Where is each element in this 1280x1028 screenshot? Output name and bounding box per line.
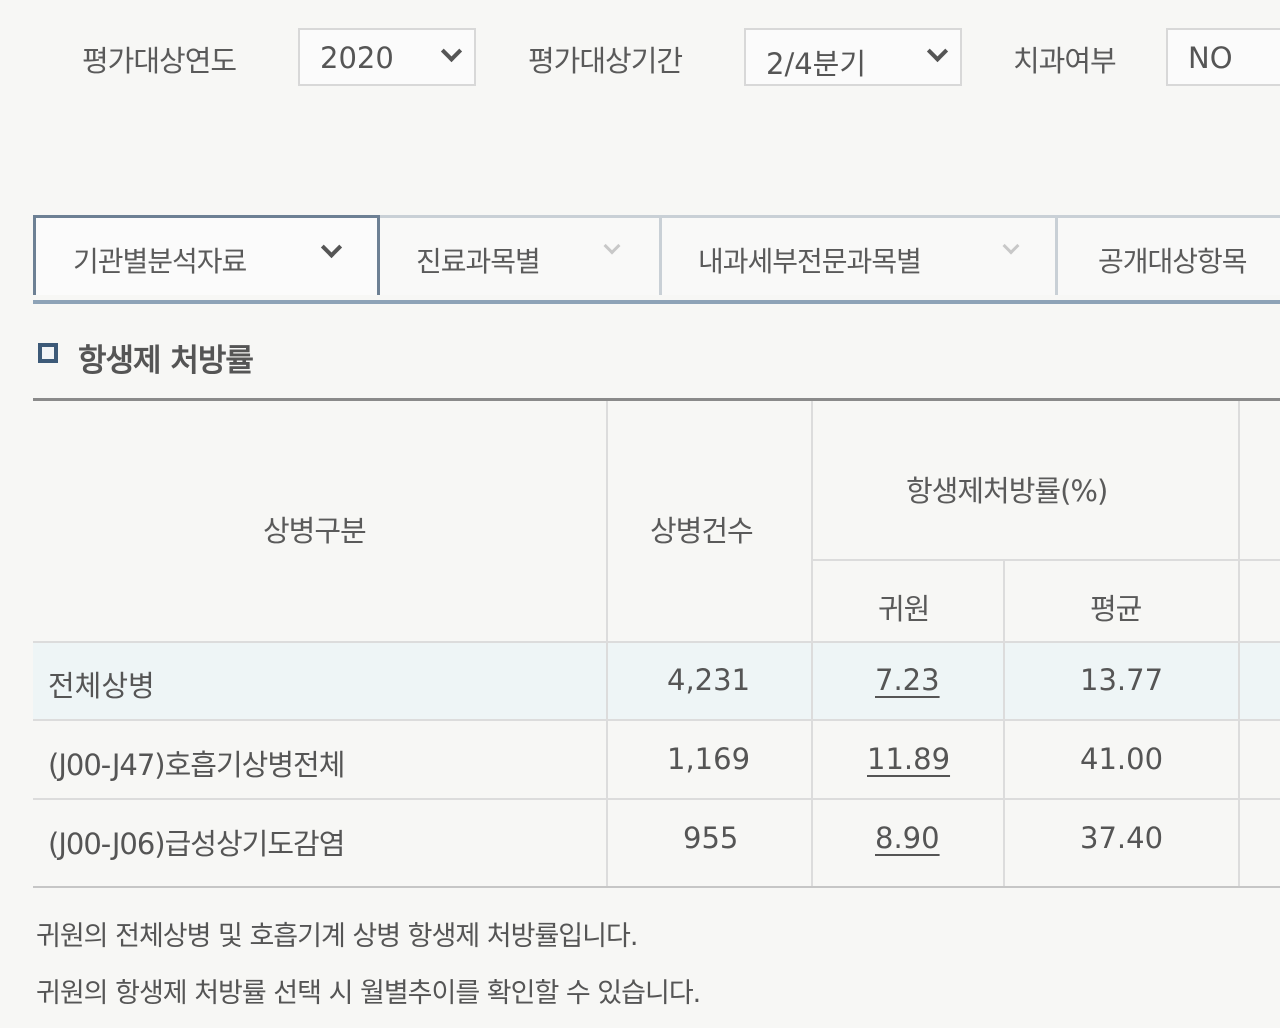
row-yours-link[interactable]: 11.89 xyxy=(867,742,950,776)
tab-label: 진료과목별 xyxy=(416,245,541,278)
header-yours: 귀원 xyxy=(878,592,930,626)
row-category: (J00-J06)급성상기도감염 xyxy=(48,827,345,861)
tab-label: 공개대상항목 xyxy=(1098,245,1248,278)
row-yours-link[interactable]: 8.90 xyxy=(875,821,940,855)
note-line: 귀원의 항생제 처방률 선택 시 월별추이를 확인할 수 있습니다. xyxy=(36,978,701,1009)
tab-institution-analysis[interactable]: 기관별분석자료 xyxy=(33,215,380,295)
antibiotic-rate-table: 상병구분 상병건수 항생제처방률(%) 귀원 평균 전체상병 4,231 7.2… xyxy=(33,398,1280,888)
notes: 귀원의 전체상병 및 호흡기계 상병 항생제 처방률입니다. 귀원의 항생제 처… xyxy=(36,914,701,1028)
row-category: 전체상병 xyxy=(48,669,155,703)
tab-label: 기관별분석자료 xyxy=(73,245,247,278)
header-average: 평균 xyxy=(1090,592,1142,626)
chevron-down-icon xyxy=(603,237,621,255)
row-count: 1,169 xyxy=(667,742,751,776)
row-average: 37.40 xyxy=(1080,821,1164,855)
row-average: 41.00 xyxy=(1080,742,1164,776)
chevron-down-icon xyxy=(1002,237,1020,255)
period-select-value: 2/4분기 xyxy=(766,47,867,81)
header-count: 상병건수 xyxy=(650,514,754,548)
period-select[interactable]: 2/4분기 xyxy=(744,28,962,86)
row-count: 4,231 xyxy=(667,663,751,697)
year-select[interactable]: 2020 xyxy=(298,28,476,86)
row-average: 13.77 xyxy=(1080,663,1164,697)
chevron-down-icon xyxy=(320,236,343,259)
row-yours-link[interactable]: 7.23 xyxy=(875,663,940,697)
tab-disclosure-items[interactable]: 공개대상항목 xyxy=(1058,215,1280,295)
section-title-text: 항생제 처방률 xyxy=(78,343,254,379)
note-line: 귀원의 전체상병 및 호흡기계 상병 항생제 처방률입니다. xyxy=(36,921,638,952)
tab-internal-medicine-subspecialty[interactable]: 내과세부전문과목별 xyxy=(662,215,1058,295)
filter-bar: 평가대상연도 2020 평가대상기간 2/4분기 치과여부 NO xyxy=(0,0,1280,120)
tab-department[interactable]: 진료과목별 xyxy=(380,215,662,295)
year-select-value: 2020 xyxy=(320,41,394,75)
tab-bar: 기관별분석자료 진료과목별 내과세부전문과목별 공개대상항목 xyxy=(33,215,1280,304)
header-category: 상병구분 xyxy=(263,514,367,548)
row-count: 955 xyxy=(683,821,739,855)
square-bullet-icon xyxy=(38,343,58,363)
chevron-down-icon xyxy=(926,40,949,63)
dental-label: 치과여부 xyxy=(1013,44,1117,78)
header-rate-group: 항생제처방률(%) xyxy=(906,474,1108,508)
chevron-down-icon xyxy=(440,40,463,63)
row-category: (J00-J47)호흡기상병전체 xyxy=(48,748,345,782)
dental-select-value: NO xyxy=(1188,41,1233,75)
dental-select[interactable]: NO xyxy=(1166,28,1280,86)
period-label: 평가대상기간 xyxy=(528,44,683,78)
year-label: 평가대상연도 xyxy=(82,44,237,78)
tab-label: 내과세부전문과목별 xyxy=(698,245,922,278)
